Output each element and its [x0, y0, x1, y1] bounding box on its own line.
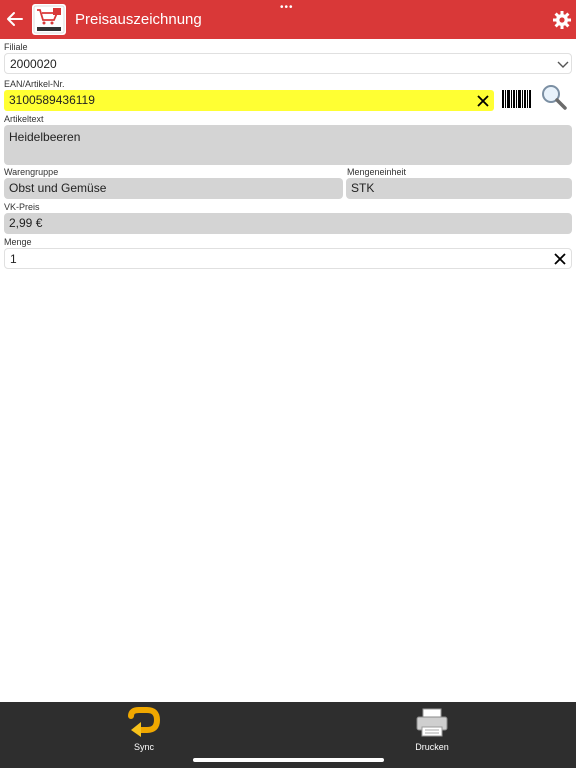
app-logo	[32, 4, 66, 35]
gear-icon[interactable]	[552, 10, 572, 30]
chevron-down-icon	[557, 61, 569, 68]
warengruppe-field: Obst und Gemüse	[4, 178, 343, 199]
search-icon[interactable]	[540, 84, 568, 110]
ean-value: 3100589436119	[9, 93, 95, 107]
barcode-scan-icon[interactable]	[500, 88, 532, 110]
filiale-label: Filiale	[4, 42, 28, 52]
mengeneinheit-field: STK	[346, 178, 572, 199]
ean-input[interactable]: 3100589436119	[4, 90, 494, 111]
menge-input[interactable]: 1	[4, 248, 572, 269]
shopping-cart-logo-icon	[33, 5, 65, 34]
warengruppe-value: Obst und Gemüse	[9, 181, 107, 195]
print-button[interactable]: Drucken	[392, 702, 472, 757]
menge-label: Menge	[4, 237, 32, 247]
clear-ean-icon[interactable]	[476, 94, 490, 108]
mengeneinheit-value: STK	[351, 181, 375, 195]
window-grabber[interactable]: •••	[280, 3, 294, 13]
printer-icon	[416, 708, 448, 737]
print-label: Drucken	[415, 742, 449, 752]
sync-button[interactable]: Sync	[104, 702, 184, 757]
app-window: Preisauszeichnung ••• Filiale 2000020 EA…	[0, 0, 576, 768]
vk-preis-label: VK-Preis	[4, 202, 40, 212]
filiale-select[interactable]: 2000020	[4, 53, 572, 74]
vk-preis-value: 2,99 €	[9, 216, 43, 230]
warengruppe-label: Warengruppe	[4, 167, 59, 177]
sync-icon	[128, 707, 161, 737]
ean-label: EAN/Artikel-Nr.	[4, 79, 65, 89]
artikeltext-value: Heidelbeeren	[9, 130, 81, 144]
mengeneinheit-label: Mengeneinheit	[347, 167, 407, 177]
back-arrow-icon[interactable]	[5, 9, 25, 29]
header-bar: Preisauszeichnung •••	[0, 0, 576, 39]
artikeltext-field: Heidelbeeren	[4, 125, 572, 165]
clear-menge-icon[interactable]	[553, 252, 567, 266]
vk-preis-field: 2,99 €	[4, 213, 572, 234]
filiale-value: 2000020	[10, 57, 57, 71]
home-indicator[interactable]	[193, 758, 384, 762]
artikeltext-label: Artikeltext	[4, 114, 44, 124]
sync-label: Sync	[133, 742, 154, 752]
page-title: Preisauszeichnung	[75, 11, 202, 28]
menge-value: 1	[10, 252, 17, 266]
